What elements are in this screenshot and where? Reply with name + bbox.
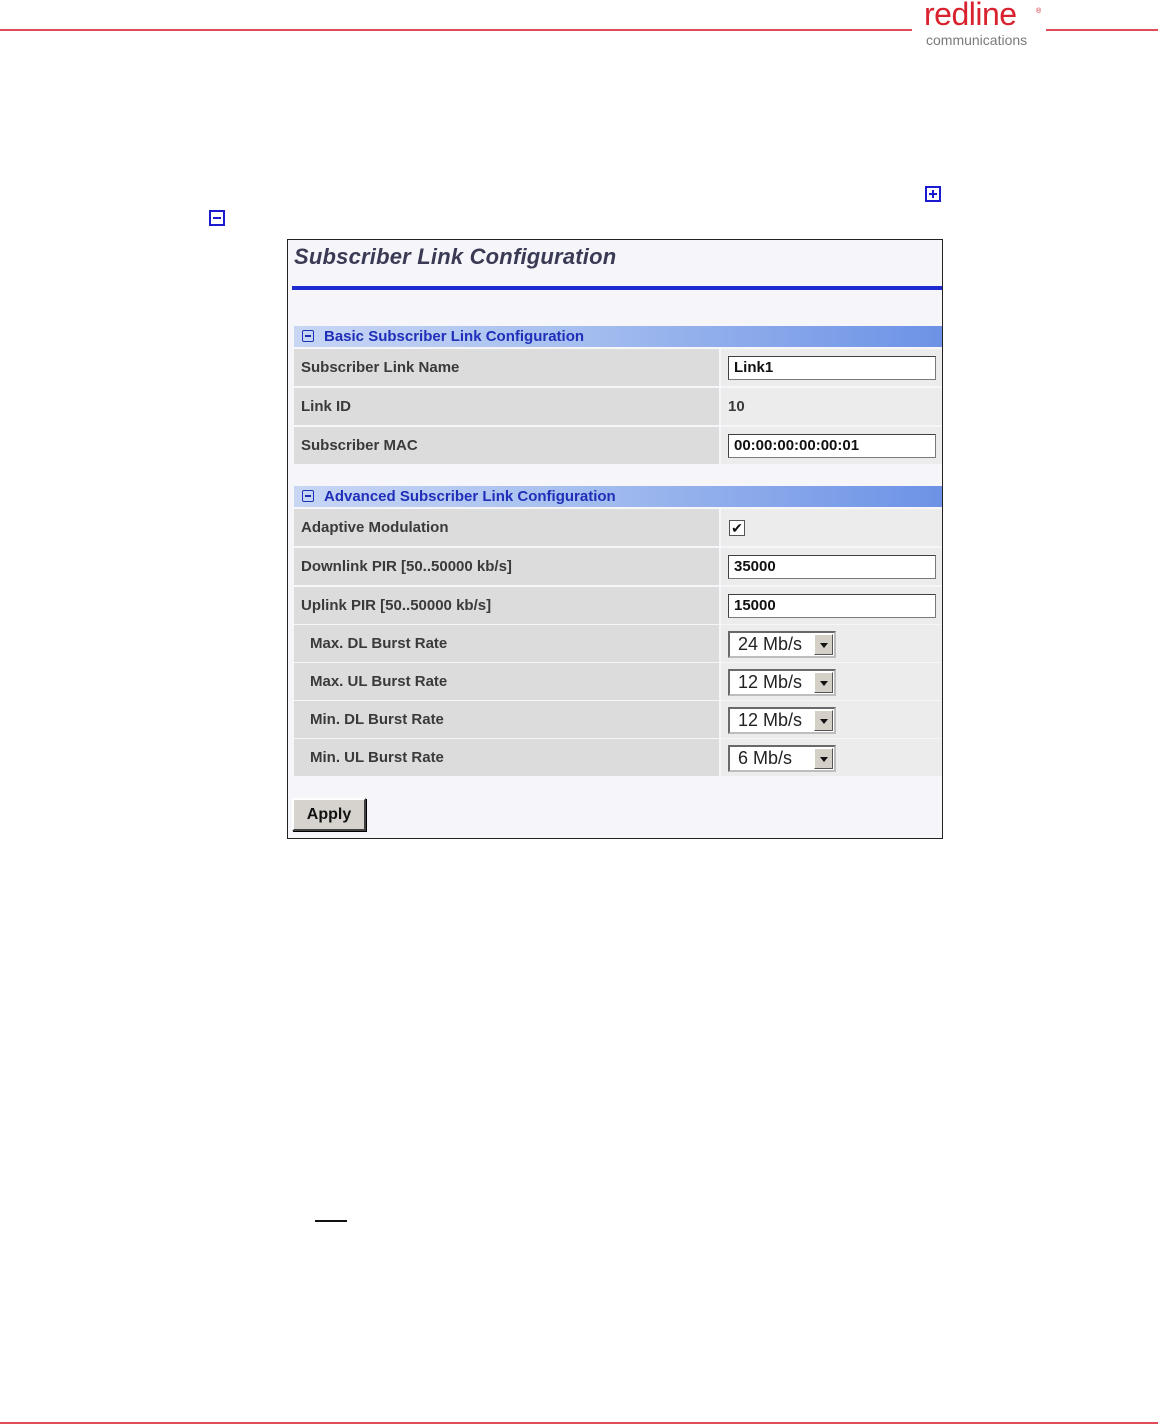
row-max-ul-burst-rate: Max. UL Burst Rate 12 Mb/s [294,663,942,700]
max-dl-burst-rate-select[interactable]: 24 Mb/s [728,631,836,658]
header-rule-left [0,29,912,31]
subscriber-link-config-panel: Subscriber Link Configuration Basic Subs… [287,239,943,839]
max-ul-burst-rate-value: 12 Mb/s [738,672,803,692]
downlink-pir-label: Downlink PIR [50..50000 kb/s] [294,548,719,585]
downlink-pir-cell: 35000 [721,548,942,585]
redline-logo: redline ® communications [924,0,1044,50]
uplink-pir-label: Uplink PIR [50..50000 kb/s] [294,587,719,624]
link-id-label: Link ID [294,388,719,425]
row-uplink-pir: Uplink PIR [50..50000 kb/s] 15000 [294,587,942,624]
expand-plus-icon [925,186,941,202]
min-dl-burst-rate-cell: 12 Mb/s [721,701,942,738]
title-divider [292,286,942,290]
min-ul-burst-rate-select[interactable]: 6 Mb/s [728,745,836,772]
row-link-id: Link ID 10 [294,388,942,425]
header-rule-right [1046,29,1158,31]
adaptive-modulation-label: Adaptive Modulation [294,509,719,546]
basic-section-header[interactable]: Basic Subscriber Link Configuration [294,326,942,347]
dropdown-arrow-icon[interactable] [814,748,833,769]
collapse-minus-icon [209,210,225,226]
link-id-value: 10 [728,398,745,415]
min-ul-burst-rate-label: Min. UL Burst Rate [294,739,719,776]
page-title: Subscriber Link Configuration [294,244,617,269]
adaptive-modulation-checkbox[interactable]: ✔ [729,520,745,536]
subscriber-link-name-label: Subscriber Link Name [294,349,719,386]
advanced-section-title: Advanced Subscriber Link Configuration [324,488,616,505]
max-dl-burst-rate-label: Max. DL Burst Rate [294,625,719,662]
subscriber-link-name-input[interactable]: Link1 [728,356,936,380]
max-ul-burst-rate-cell: 12 Mb/s [721,663,942,700]
row-min-dl-burst-rate: Min. DL Burst Rate 12 Mb/s [294,701,942,738]
downlink-pir-input[interactable]: 35000 [728,555,936,579]
collapse-section-icon[interactable] [302,490,314,502]
adaptive-modulation-cell: ✔ [721,509,942,546]
dropdown-arrow-icon[interactable] [814,634,833,655]
dropdown-arrow-icon[interactable] [814,710,833,731]
link-id-cell: 10 [721,388,942,425]
logo-registered-mark: ® [1036,8,1042,15]
max-ul-burst-rate-label: Max. UL Burst Rate [294,663,719,700]
max-ul-burst-rate-select[interactable]: 12 Mb/s [728,669,836,696]
footer-rule [0,1422,1158,1424]
underline-mark [315,1220,347,1222]
row-subscriber-link-name: Subscriber Link Name Link1 [294,349,942,386]
subscriber-mac-label: Subscriber MAC [294,427,719,464]
subscriber-mac-input[interactable]: 00:00:00:00:00:01 [728,434,936,458]
min-dl-burst-rate-select[interactable]: 12 Mb/s [728,707,836,734]
min-dl-burst-rate-value: 12 Mb/s [738,710,803,730]
uplink-pir-cell: 15000 [721,587,942,624]
row-min-ul-burst-rate: Min. UL Burst Rate 6 Mb/s [294,739,942,776]
row-subscriber-mac: Subscriber MAC 00:00:00:00:00:01 [294,427,942,464]
dropdown-arrow-icon[interactable] [814,672,833,693]
apply-button[interactable]: Apply [292,798,366,831]
row-adaptive-modulation: Adaptive Modulation ✔ [294,509,942,546]
logo-subtext: communications [926,32,1028,48]
subscriber-mac-cell: 00:00:00:00:00:01 [721,427,942,464]
min-ul-burst-rate-cell: 6 Mb/s [721,739,942,776]
row-downlink-pir: Downlink PIR [50..50000 kb/s] 35000 [294,548,942,585]
advanced-section-header[interactable]: Advanced Subscriber Link Configuration [294,486,942,507]
subscriber-link-name-cell: Link1 [721,349,942,386]
max-dl-burst-rate-cell: 24 Mb/s [721,625,942,662]
basic-section-title: Basic Subscriber Link Configuration [324,328,585,345]
min-dl-burst-rate-label: Min. DL Burst Rate [294,701,719,738]
min-ul-burst-rate-value: 6 Mb/s [738,748,793,768]
uplink-pir-input[interactable]: 15000 [728,594,936,618]
collapse-section-icon[interactable] [302,330,314,342]
max-dl-burst-rate-value: 24 Mb/s [738,634,803,654]
row-max-dl-burst-rate: Max. DL Burst Rate 24 Mb/s [294,625,942,662]
logo-text: redline [924,0,1017,32]
